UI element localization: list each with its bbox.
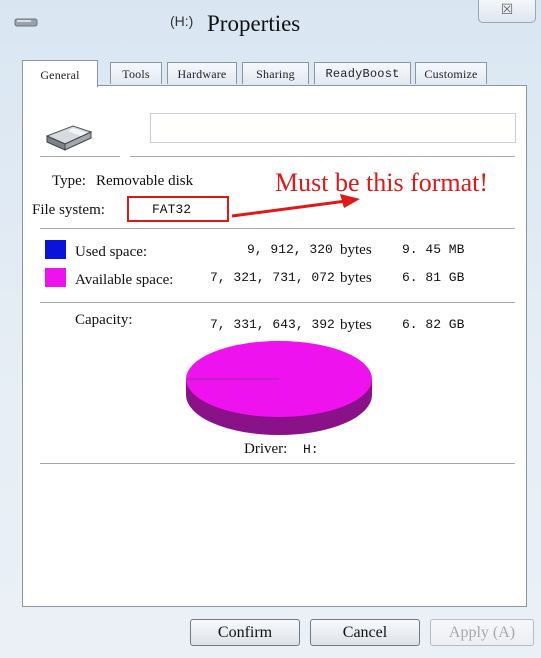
divider xyxy=(40,228,515,229)
capacity-size: 6. 82 GB xyxy=(402,317,465,332)
window-title: Properties xyxy=(207,11,301,36)
apply-button[interactable]: Apply (A) xyxy=(430,619,534,646)
used-space-unit: bytes xyxy=(340,242,372,258)
capacity-unit: bytes xyxy=(340,317,372,333)
cancel-button[interactable]: Cancel xyxy=(310,619,420,646)
disk-usage-pie xyxy=(186,341,372,435)
confirm-button[interactable]: Confirm xyxy=(190,619,300,646)
file-system-label: File system: xyxy=(32,202,105,218)
capacity-bytes: 7, 331, 643, 392 xyxy=(210,317,335,332)
available-space-bytes: 7, 321, 731, 072 xyxy=(210,270,335,285)
drive-app-icon xyxy=(14,18,38,27)
used-space-bytes: 9, 912, 320 xyxy=(247,242,333,257)
available-space-unit: bytes xyxy=(340,270,372,286)
available-space-label: Available space: xyxy=(75,272,174,288)
used-space-label: Used space: xyxy=(75,244,148,260)
divider xyxy=(130,156,515,157)
driver-label: Driver: xyxy=(244,441,288,457)
tab-strip: General Tools Hardware Sharing ReadyBoos… xyxy=(22,60,492,87)
type-label: Type: xyxy=(52,173,86,189)
title-bar: (H:) Properties ☒ xyxy=(0,0,541,46)
tab-customize[interactable]: Customize xyxy=(415,62,487,84)
tab-readyboost[interactable]: ReadyBoost xyxy=(314,62,411,84)
driver-letter: H: xyxy=(303,442,319,457)
drive-name-input[interactable] xyxy=(150,113,516,143)
tab-tools[interactable]: Tools xyxy=(110,62,162,84)
format-annotation: Must be this format! xyxy=(275,168,489,197)
tab-hardware[interactable]: Hardware xyxy=(167,62,237,84)
available-space-size: 6. 81 GB xyxy=(402,270,465,285)
capacity-label: Capacity: xyxy=(75,312,133,328)
divider xyxy=(40,302,515,303)
title-drive-label: (H:) xyxy=(170,13,194,29)
divider xyxy=(40,156,120,157)
tab-sharing[interactable]: Sharing xyxy=(242,62,309,84)
divider xyxy=(40,463,515,464)
close-icon: ☒ xyxy=(500,2,514,18)
usb-drive-icon xyxy=(45,125,93,151)
file-system-value: FAT32 xyxy=(152,202,192,217)
used-space-swatch xyxy=(45,240,66,259)
available-space-swatch xyxy=(45,268,66,287)
tab-general[interactable]: General xyxy=(22,60,98,87)
used-space-size: 9. 45 MB xyxy=(402,242,465,257)
properties-window: (H:) Properties ☒ General Tools Hardware… xyxy=(0,0,541,658)
close-button[interactable]: ☒ xyxy=(478,0,536,23)
type-value: Removable disk xyxy=(96,173,194,189)
